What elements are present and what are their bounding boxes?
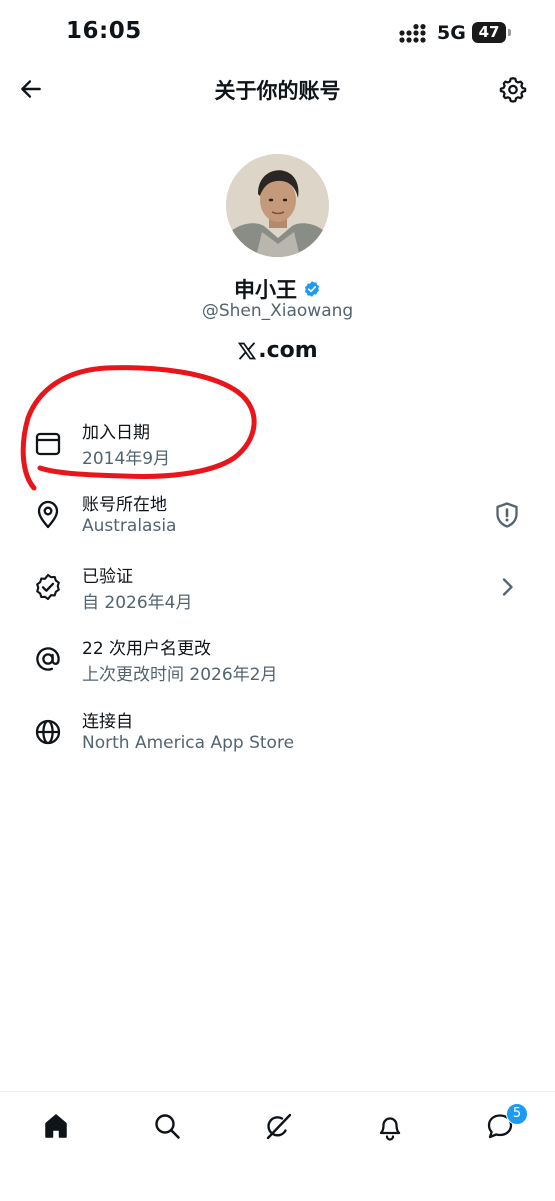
info-title: 连接自: [82, 712, 133, 732]
info-value: 上次更改时间 2026年2月: [82, 665, 278, 685]
verified-check-icon: [36, 573, 60, 601]
notifications-icon: [379, 1117, 401, 1141]
brand-domain-suffix: .com: [258, 338, 318, 363]
nav-home[interactable]: [36, 1106, 76, 1146]
info-value: Australasia: [82, 516, 177, 536]
profile-name: 申小王: [234, 278, 297, 302]
info-row-verified[interactable]: 已验证 自 2026年4月: [0, 558, 555, 622]
brand-domain: .com: [0, 338, 555, 363]
location-pin-icon: [37, 500, 59, 529]
gear-icon: [499, 77, 527, 103]
top-app-bar: 关于你的账号: [0, 62, 555, 118]
signal-strength-icon: [399, 24, 426, 43]
status-bar: 16:05 5G 47: [0, 0, 555, 62]
shield-alert-icon: [496, 502, 518, 528]
info-row-connected-via: 连接自 North America App Store: [0, 703, 555, 767]
at-sign-icon: [36, 647, 60, 671]
info-title: 账号所在地: [82, 495, 167, 515]
info-title: 加入日期: [82, 423, 150, 443]
nav-grok[interactable]: [258, 1106, 298, 1146]
profile-name-row: 申小王: [0, 274, 555, 304]
info-value: 2014年9月: [82, 449, 171, 469]
grok-icon: [266, 1113, 292, 1140]
info-value: North America App Store: [82, 733, 295, 753]
x-logo-icon: [238, 341, 257, 360]
avatar-photo: [226, 154, 329, 257]
battery-indicator: 47: [472, 22, 506, 43]
network-type: 5G: [437, 22, 466, 44]
nav-notifications[interactable]: [370, 1106, 410, 1146]
info-title: 22 次用户名更改: [82, 639, 212, 659]
profile-handle: @Shen_Xiaowang: [201, 301, 354, 321]
info-title: 已验证: [82, 567, 133, 587]
status-time: 16:05: [66, 18, 142, 44]
verified-badge-icon: [304, 281, 320, 297]
calendar-icon: [35, 432, 61, 456]
info-row-account-location: 账号所在地 Australasia: [0, 486, 555, 550]
info-row-join-date: 加入日期 2014年9月: [0, 414, 555, 478]
bottom-navigation: 5: [0, 1091, 555, 1201]
globe-icon: [35, 719, 61, 745]
avatar[interactable]: [226, 154, 329, 257]
settings-button[interactable]: [496, 72, 530, 106]
location-info-button[interactable]: [492, 500, 522, 530]
info-value: 自 2026年4月: [82, 593, 193, 613]
battery-tip: [508, 29, 511, 36]
info-row-username-changes: 22 次用户名更改 上次更改时间 2026年2月: [0, 630, 555, 694]
page-title: 关于你的账号: [214, 79, 341, 103]
search-icon: [155, 1114, 180, 1139]
nav-search[interactable]: [147, 1106, 187, 1146]
verified-details-button[interactable]: [492, 572, 522, 602]
home-icon: [45, 1114, 67, 1138]
messages-badge: 5: [506, 1103, 528, 1125]
chevron-right-icon: [502, 578, 513, 596]
